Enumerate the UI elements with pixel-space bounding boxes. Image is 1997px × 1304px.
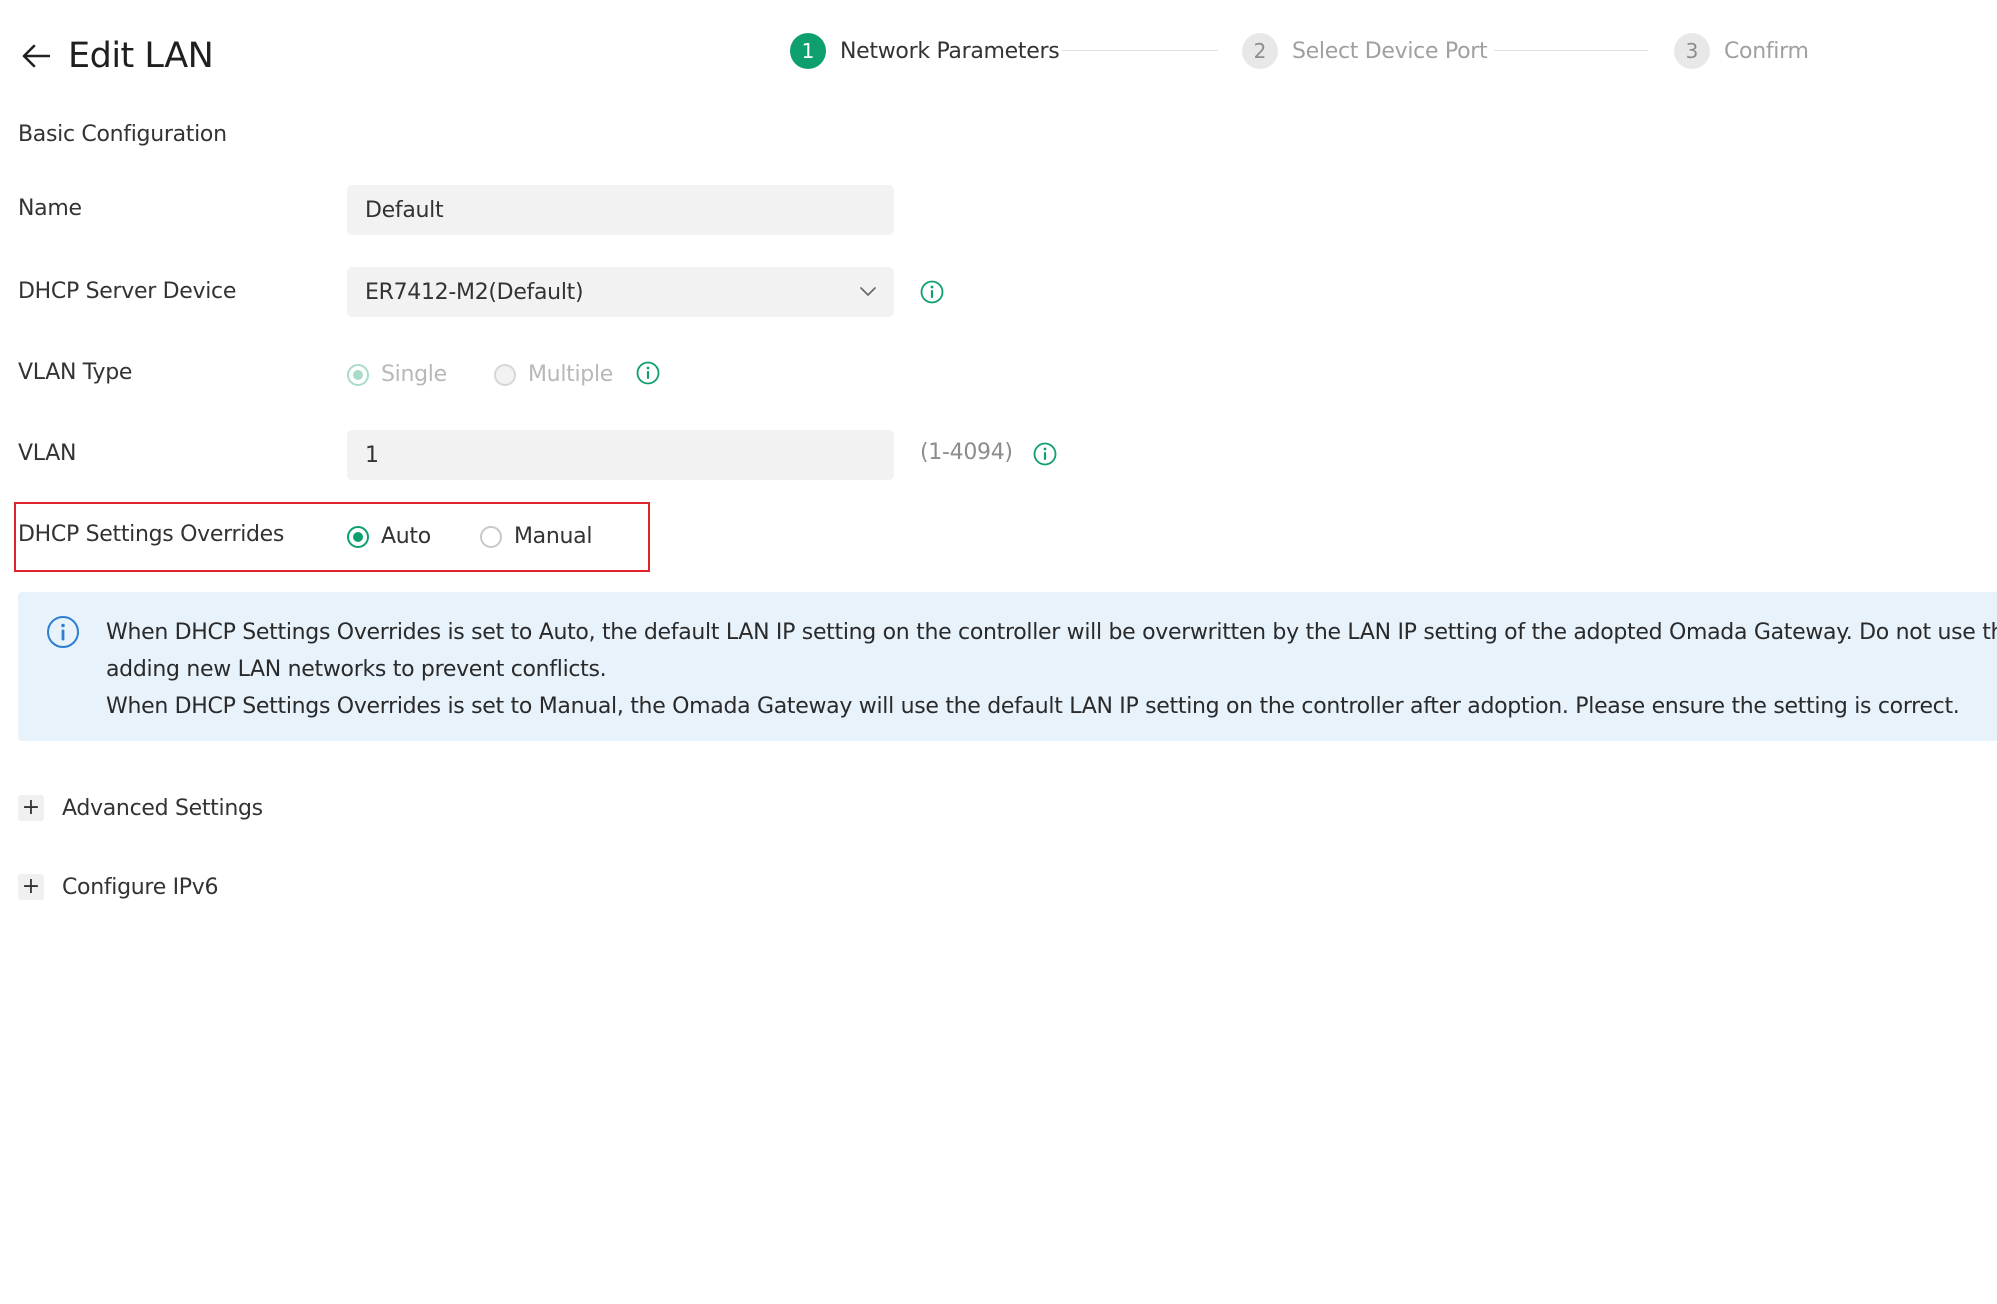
info-circle-icon[interactable] <box>919 279 945 305</box>
vlan-type-label: VLAN Type <box>18 360 133 385</box>
step-connector <box>1062 50 1218 51</box>
radio-label: Manual <box>514 524 593 549</box>
step-select-device-port: 2 Select Device Port <box>1242 33 1488 69</box>
arrow-left-icon <box>22 44 50 68</box>
step-label: Confirm <box>1724 38 1809 64</box>
dhcp-server-device-select[interactable]: ER7412-M2(Default) <box>347 267 894 317</box>
name-input[interactable]: Default <box>347 185 894 235</box>
dhcp-server-device-value: ER7412-M2(Default) <box>365 279 584 305</box>
step-confirm: 3 Confirm <box>1674 33 1809 69</box>
radio-circle <box>494 363 516 386</box>
dhcp-settings-overrides-label: DHCP Settings Overrides <box>18 522 285 547</box>
vlan-label: VLAN <box>18 441 77 466</box>
advanced-settings-label: Advanced Settings <box>62 795 263 821</box>
configure-ipv6-label: Configure IPv6 <box>62 874 219 900</box>
page-title: Edit LAN <box>68 36 214 76</box>
info-banner-line: When DHCP Settings Overrides is set to A… <box>106 620 1997 645</box>
radio-circle <box>347 525 369 548</box>
info-banner-line: When DHCP Settings Overrides is set to M… <box>106 694 1960 719</box>
back-button[interactable] <box>18 38 54 74</box>
plus-icon: + <box>18 874 44 900</box>
vlan-type-multiple-radio[interactable]: Multiple <box>494 362 613 387</box>
vlan-range-hint: (1-4094) <box>920 440 1013 465</box>
configure-ipv6-toggle[interactable]: + Configure IPv6 <box>18 874 219 900</box>
chevron-down-icon <box>860 287 876 296</box>
info-banner-line: adding new LAN networks to prevent confl… <box>106 657 607 682</box>
step-connector <box>1494 50 1648 51</box>
dhcp-server-device-label: DHCP Server Device <box>18 279 237 304</box>
radio-label: Single <box>381 362 447 387</box>
dhcp-overrides-manual-radio[interactable]: Manual <box>480 524 592 549</box>
radio-label: Auto <box>381 524 431 549</box>
info-banner: When DHCP Settings Overrides is set to A… <box>18 592 1997 741</box>
advanced-settings-toggle[interactable]: + Advanced Settings <box>18 795 263 821</box>
step-network-parameters: 1 Network Parameters <box>790 33 1060 69</box>
plus-icon: + <box>18 795 44 821</box>
info-circle-icon[interactable] <box>1032 441 1058 467</box>
step-number: 3 <box>1674 33 1710 69</box>
page-header: Edit LAN 1 Network Parameters 2 Select D… <box>0 0 1997 110</box>
radio-circle <box>480 525 502 548</box>
step-label: Select Device Port <box>1292 38 1488 64</box>
step-number: 1 <box>790 33 826 69</box>
name-label: Name <box>18 196 82 221</box>
step-number: 2 <box>1242 33 1278 69</box>
step-label: Network Parameters <box>840 38 1060 64</box>
name-input-value: Default <box>365 197 444 223</box>
info-circle-icon <box>47 616 79 648</box>
vlan-type-single-radio[interactable]: Single <box>347 362 447 387</box>
info-banner-text: When DHCP Settings Overrides is set to A… <box>106 614 1997 725</box>
info-circle-icon[interactable] <box>635 360 661 386</box>
radio-label: Multiple <box>528 362 613 387</box>
dhcp-overrides-auto-radio[interactable]: Auto <box>347 524 431 549</box>
section-title: Basic Configuration <box>18 122 227 147</box>
vlan-input-value: 1 <box>365 442 379 468</box>
radio-circle <box>347 363 369 386</box>
vlan-input[interactable]: 1 <box>347 430 894 480</box>
